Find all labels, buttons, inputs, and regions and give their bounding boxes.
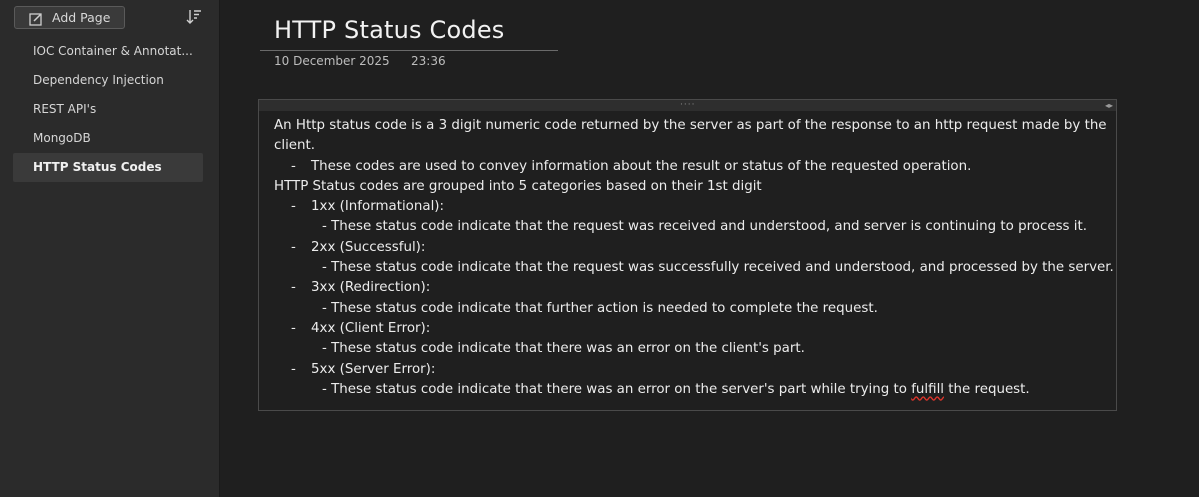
category-name: 5xx (Server Error): [311,361,436,377]
page-time: 23:36 [411,54,446,68]
intro-text: An Http status code is a 3 digit numeric… [274,118,1107,133]
note-body[interactable]: An Http status code is a 3 digit numeric… [274,116,1114,400]
bullet-dash: - [291,280,296,296]
page-item-http-status-codes[interactable]: HTTP Status Codes [13,153,203,182]
intro-bullet-text: These codes are used to convey informati… [311,158,972,174]
category-item: -4xx (Client Error): [274,319,1110,339]
page-list: IOC Container & Annotat... Dependency In… [13,37,203,182]
page-item-dependency-injection[interactable]: Dependency Injection [13,66,203,95]
description-text-end: the request. [944,381,1030,397]
page-item-rest-apis[interactable]: REST API's [13,95,203,124]
category-item: -3xx (Redirection): [274,278,1110,298]
category-item: -5xx (Server Error): [274,360,1110,380]
description-text: - These status code indicate that there … [322,381,912,397]
bullet-dash: - [291,199,296,215]
intro-bullet: - These codes are used to convey informat… [274,157,1110,177]
title-divider [260,50,558,51]
note-drag-bar[interactable]: ···· ◂▸ [259,100,1116,111]
category-item: -1xx (Informational): [274,197,1110,217]
category-description: - These status code indicate that there … [274,380,1110,400]
page-item-ioc[interactable]: IOC Container & Annotat... [13,37,203,66]
page-item-mongodb[interactable]: MongoDB [13,124,203,153]
note-container[interactable]: ···· ◂▸ An Http status code is a 3 digit… [258,99,1117,411]
add-page-button[interactable]: Add Page [14,6,125,29]
category-description: - These status code indicate that there … [322,341,805,357]
misspelled-word[interactable]: fulfill [911,382,944,397]
category-description: - These status code indicate that the re… [322,260,1114,276]
category-item: -2xx (Successful): [274,238,1110,258]
category-name: 2xx (Successful): [311,239,426,255]
category-description: - These status code indicate that furthe… [322,300,878,316]
bullet-dash: - [291,361,296,377]
category-name: 1xx (Informational): [311,199,445,215]
bullet-dash: - [291,239,296,255]
add-page-label: Add Page [52,10,111,25]
sidebar: Add Page IOC Container & Annotat... Depe… [0,0,220,497]
drag-handle-icon[interactable]: ···· [680,101,695,110]
category-name: 4xx (Client Error): [311,320,431,336]
intro-text-continued: client. [274,138,316,154]
groups-heading: HTTP Status codes are grouped into 5 cat… [274,178,762,194]
page-date: 10 December 2025 [274,54,390,68]
sort-icon[interactable] [186,8,202,26]
bullet-dash: - [291,158,296,174]
category-description: - These status code indicate that the re… [322,219,1088,235]
category-name: 3xx (Redirection): [311,280,431,296]
expand-arrows-icon[interactable]: ◂▸ [1105,100,1113,111]
bullet-dash: - [291,320,296,336]
edit-square-icon [29,11,43,26]
page-title[interactable]: HTTP Status Codes [274,16,505,44]
